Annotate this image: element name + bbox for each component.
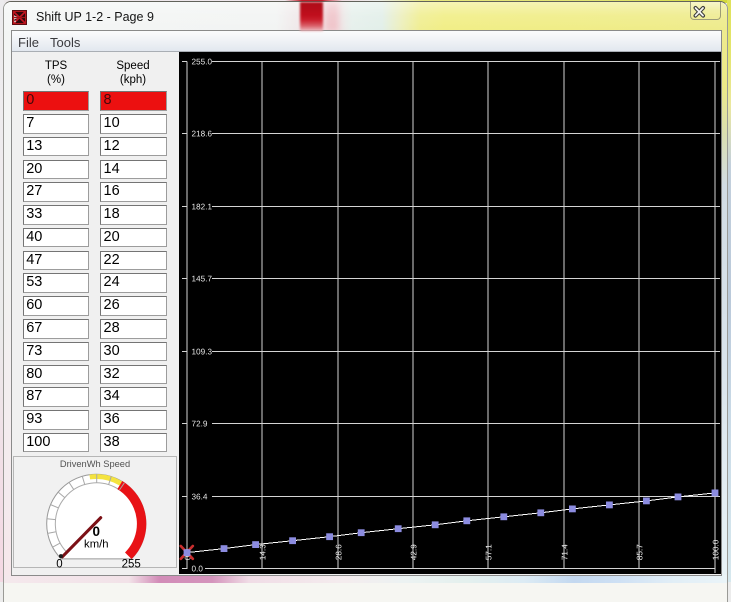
svg-text:0: 0 [92,524,100,539]
svg-text:0: 0 [56,558,62,569]
svg-text:km/h: km/h [84,538,108,550]
svg-text:255: 255 [121,558,140,569]
